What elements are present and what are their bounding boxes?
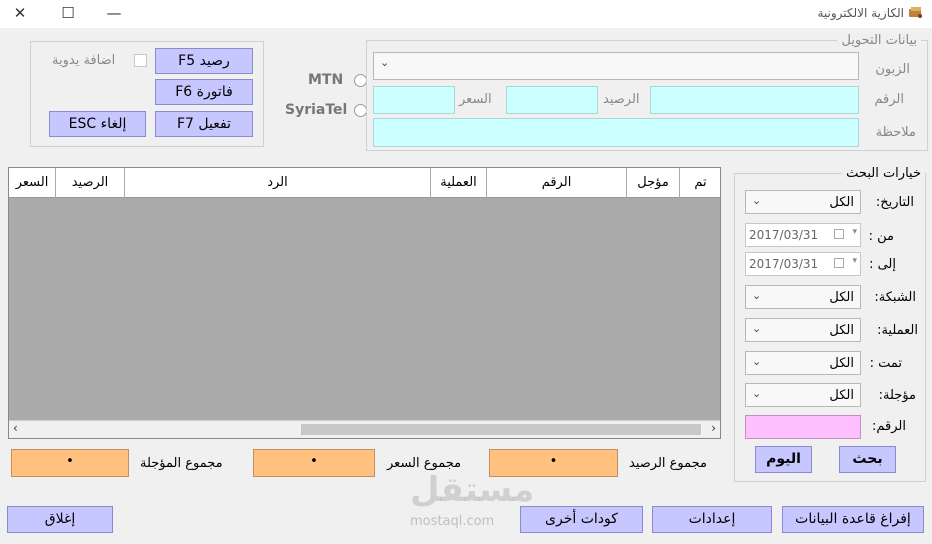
chevron-down-icon: ⌄ (752, 355, 762, 368)
column-header-price[interactable]: السعر (9, 168, 55, 198)
calendar-checkbox-icon[interactable] (834, 258, 844, 268)
watermark-url: mostaql.com (410, 514, 495, 529)
search-number-label: الرقم: (872, 419, 906, 434)
network-label: الشبكة: (874, 290, 916, 305)
date-label: التاريخ: (875, 195, 914, 210)
deferred-combo-value: الكل (829, 388, 854, 403)
chevron-down-icon: ▾ (852, 227, 857, 237)
chevron-down-icon: ⌄ (380, 56, 390, 69)
horizontal-scrollbar[interactable]: ‹ › (9, 420, 720, 438)
to-label: إلى : (869, 257, 896, 272)
activate-f7-button[interactable]: تفعيل F7 (155, 111, 253, 137)
from-label: من : (868, 229, 894, 244)
done-label: تمت : (869, 356, 902, 371)
operation-label: العملية: (877, 323, 918, 338)
column-header-operation[interactable]: العملية (430, 168, 486, 198)
other-codes-button[interactable]: كودات أخرى (520, 506, 643, 533)
close-button[interactable]: إغلاق (7, 506, 113, 533)
chevron-down-icon: ⌄ (752, 387, 762, 400)
search-legend: خيارات البحث (846, 166, 921, 181)
operation-combo-value: الكل (829, 323, 854, 338)
settings-button[interactable]: إعدادات (652, 506, 772, 533)
price-total-label: مجموع السعر (387, 456, 462, 471)
done-combo[interactable]: الكل ⌄ (745, 351, 861, 375)
network-combo-value: الكل (829, 290, 854, 305)
deferred-total-label: مجموع المؤجلة (140, 456, 223, 471)
today-button[interactable]: اليوم (755, 446, 812, 473)
balance-label: الرصيد (603, 92, 640, 107)
cancel-esc-button[interactable]: إلغاء ESC (49, 111, 146, 137)
column-header-balance[interactable]: الرصيد (55, 168, 124, 198)
calendar-checkbox-icon[interactable] (834, 229, 844, 239)
syriatel-label: SyriaTel (285, 102, 348, 118)
price-total-value: • (253, 449, 375, 477)
from-date-value: 2017/03/31 (749, 228, 819, 242)
maximize-icon[interactable]: ☐ (58, 4, 78, 22)
search-button[interactable]: بحث (839, 446, 896, 473)
from-date-picker[interactable]: 2017/03/31 ▾ (745, 223, 861, 247)
customer-label: الزبون (875, 62, 910, 77)
chevron-down-icon: ⌄ (752, 322, 762, 335)
watermark-logo: مستقل (410, 470, 535, 510)
date-combo[interactable]: الكل ⌄ (745, 190, 861, 214)
note-label: ملاحظة (875, 125, 916, 140)
chevron-down-icon: ▾ (852, 256, 857, 266)
search-number-input[interactable] (745, 415, 861, 439)
price-input[interactable] (373, 86, 455, 114)
transfer-legend: بيانات التحويل (841, 33, 917, 48)
deferred-label: مؤجلة: (878, 388, 916, 403)
app-fuel-icon (909, 7, 922, 18)
column-header-done[interactable]: تم (679, 168, 720, 198)
balance-input[interactable] (506, 86, 598, 114)
scroll-left-icon[interactable]: ‹ (13, 421, 18, 435)
empty-database-button[interactable]: إفراغ قاعدة البيانات (782, 506, 924, 533)
balance-total-label: مجموع الرصيد (629, 456, 708, 471)
mtn-label: MTN (308, 72, 344, 88)
deferred-combo[interactable]: الكل ⌄ (745, 383, 861, 407)
invoice-f6-button[interactable]: فاتورة F6 (155, 79, 253, 105)
number-input[interactable] (650, 86, 859, 114)
customer-combo[interactable]: ⌄ (373, 52, 859, 80)
deferred-total-value: • (11, 449, 129, 477)
column-header-deferred[interactable]: مؤجل (626, 168, 679, 198)
done-combo-value: الكل (829, 356, 854, 371)
chevron-down-icon: ⌄ (752, 289, 762, 302)
title-bar: ✕ ☐ — الكازية الالكترونية (0, 0, 932, 28)
date-combo-value: الكل (829, 195, 854, 210)
to-date-picker[interactable]: 2017/03/31 ▾ (745, 252, 861, 276)
window-title: الكازية الالكترونية (817, 6, 904, 20)
operation-combo[interactable]: الكل ⌄ (745, 318, 861, 342)
column-header-number[interactable]: الرقم (486, 168, 626, 198)
transactions-grid[interactable]: السعر الرصيد الرد العملية الرقم مؤجل تم … (8, 167, 721, 439)
grid-header: السعر الرصيد الرد العملية الرقم مؤجل تم (9, 168, 720, 198)
column-header-reply[interactable]: الرد (124, 168, 430, 198)
balance-f5-button[interactable]: رصيد F5 (155, 48, 253, 74)
note-input[interactable] (373, 118, 859, 147)
number-label: الرقم (874, 92, 904, 107)
scrollbar-thumb[interactable] (301, 424, 701, 435)
manual-add-label: اضافة يدوية (52, 53, 116, 68)
network-combo[interactable]: الكل ⌄ (745, 285, 861, 309)
close-window-icon[interactable]: ✕ (10, 4, 30, 22)
grid-body[interactable] (9, 198, 720, 421)
manual-add-checkbox[interactable] (134, 54, 147, 67)
price-label: السعر (459, 92, 492, 107)
minimize-icon[interactable]: — (104, 4, 124, 22)
chevron-down-icon: ⌄ (752, 194, 762, 207)
scroll-right-icon[interactable]: › (711, 421, 716, 435)
to-date-value: 2017/03/31 (749, 257, 819, 271)
